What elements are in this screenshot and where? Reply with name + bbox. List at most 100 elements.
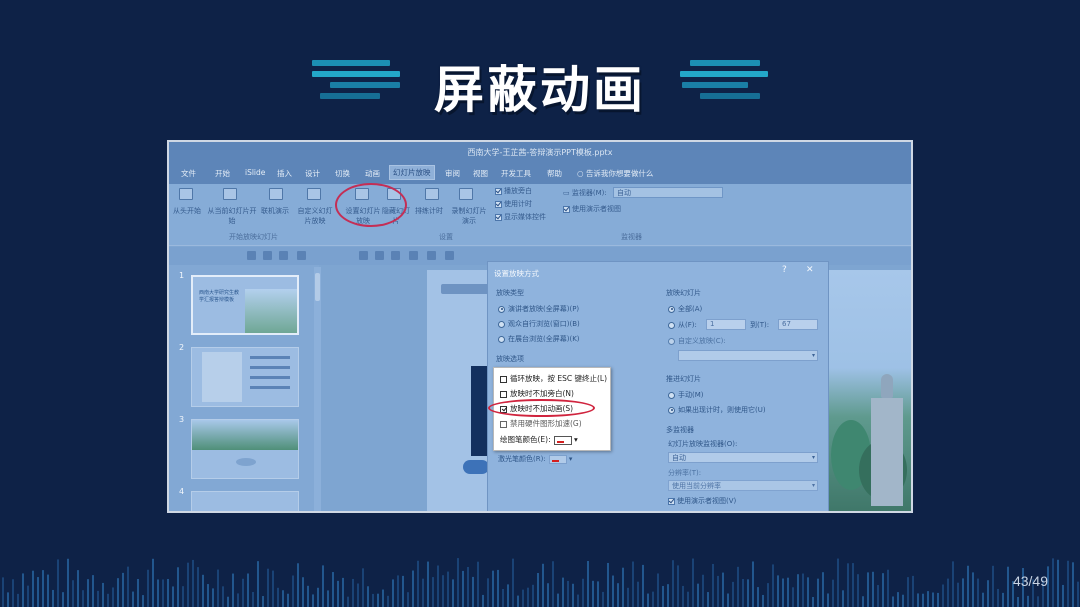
check-narration[interactable]: 播放旁白 (495, 186, 532, 196)
menu-view[interactable]: 视图 (473, 168, 488, 179)
ribbon-from-start[interactable]: 从头开始 (173, 206, 201, 216)
check-loop[interactable]: 循环放映，按 ESC 键终止(L) (500, 373, 607, 384)
dialog-title: 设置放映方式 (494, 269, 539, 278)
check-timings[interactable]: 使用计时 (495, 199, 532, 209)
wave-bar (362, 568, 364, 607)
menu-help[interactable]: 帮助 (547, 168, 562, 179)
menu-animations[interactable]: 动画 (365, 168, 380, 179)
ribbon-record[interactable]: 录制幻灯片演示 (449, 206, 489, 226)
scrollbar-thumb[interactable] (315, 273, 320, 301)
menu-home[interactable]: 开始 (215, 168, 230, 179)
redo-icon[interactable] (279, 251, 288, 260)
fill-icon[interactable] (427, 251, 436, 260)
laser-color-picker[interactable] (548, 454, 567, 464)
thumbnail-scrollbar[interactable] (314, 267, 321, 511)
radio-custom-show[interactable]: 自定义放映(C): (668, 336, 726, 346)
wave-bar (752, 561, 754, 607)
dialog-help-button[interactable]: ? (782, 265, 787, 275)
wave-bar (122, 572, 124, 607)
menu-slideshow[interactable]: 幻灯片放映 (389, 165, 435, 180)
wave-bar (402, 575, 404, 607)
radio-use-timings[interactable]: 如果出现计时，则使用它(U) (668, 405, 766, 415)
menu-developer[interactable]: 开发工具 (501, 168, 531, 179)
to-slide-input[interactable]: 67 (778, 319, 818, 330)
pen-color-picker[interactable] (553, 435, 572, 445)
outline-icon[interactable] (445, 251, 454, 260)
right-deco-bar-3 (682, 82, 748, 88)
menu-review[interactable]: 审阅 (445, 168, 460, 179)
show-monitor-dropdown[interactable]: 自动 ▾ (668, 452, 818, 463)
from-slide-input[interactable]: 1 (706, 319, 746, 330)
radio-all-slides[interactable]: 全部(A) (668, 304, 702, 314)
record-icon[interactable] (459, 188, 473, 200)
tell-me-box[interactable]: ○ 告诉我你想要做什么 (577, 168, 653, 179)
ribbon-from-current[interactable]: 从当前幻灯片开始 (207, 206, 257, 226)
save-icon[interactable] (247, 251, 256, 260)
thumbnail-slide-2[interactable] (191, 347, 299, 407)
dialog-close-button[interactable]: ✕ (806, 265, 814, 275)
menu-transitions[interactable]: 切换 (335, 168, 350, 179)
wave-bar (92, 575, 94, 607)
tell-me-text: 告诉我你想要做什么 (585, 169, 654, 178)
wave-bar (867, 572, 869, 607)
arrange-icon[interactable] (409, 251, 418, 260)
check-presenter-view[interactable]: 使用演示者视图 (563, 204, 621, 214)
radio-presenter[interactable]: 演讲者放映(全屏幕)(P) (498, 304, 579, 314)
wave-bar (642, 564, 644, 607)
wave-bar (597, 581, 599, 607)
wave-bar (1052, 558, 1054, 607)
chevron-down-icon[interactable]: ▾ (574, 435, 578, 444)
ribbon-rehearse[interactable]: 排练计时 (415, 206, 443, 216)
wave-bar (972, 572, 974, 607)
undo-icon[interactable] (263, 251, 272, 260)
wave-bar (292, 575, 294, 607)
radio-manual[interactable]: 手动(M) (668, 390, 704, 400)
wave-bar (442, 575, 444, 607)
play-from-current-icon[interactable] (223, 188, 237, 200)
ribbon-slideshow: 从头开始 从当前幻灯片开始 联机演示 自定义幻灯片放映 设置幻灯片放映 隐藏幻灯… (169, 183, 911, 246)
menu-insert[interactable]: 插入 (277, 168, 292, 179)
wave-bar (257, 561, 259, 607)
wave-bar (702, 574, 704, 607)
menu-islide[interactable]: iSlide (245, 168, 265, 177)
right-deco-bar-4 (700, 93, 760, 99)
check-disable-hw-accel[interactable]: 禁用硬件图形加速(G) (500, 418, 582, 429)
play-from-start-icon[interactable] (179, 188, 193, 200)
wave-bar (392, 579, 394, 607)
wave-bar (327, 590, 329, 607)
check-no-narration[interactable]: 放映时不加旁白(N) (500, 388, 574, 399)
thumb2-line-2 (250, 366, 290, 369)
align-icon[interactable] (391, 251, 400, 260)
thumbnail-slide-1[interactable]: 西南大学研究生教学汇报答辩模板 (191, 275, 299, 335)
shape-icon[interactable] (375, 251, 384, 260)
resolution-dropdown[interactable]: 使用当前分辨率 ▾ (668, 480, 818, 491)
wave-bar (852, 563, 854, 607)
menu-file[interactable]: 文件 (181, 168, 196, 179)
thumbnail-slide-3[interactable] (191, 419, 299, 479)
slide-background-photo (829, 270, 911, 511)
slide-title-block (471, 366, 487, 456)
monitor-dropdown[interactable]: 自动 (613, 187, 723, 198)
check-media-controls[interactable]: 显示媒体控件 (495, 212, 546, 222)
format-icon[interactable] (359, 251, 368, 260)
radio-browsed-window[interactable]: 观众自行浏览(窗口)(B) (498, 319, 580, 329)
radio-kiosk[interactable]: 在展台浏览(全屏幕)(K) (498, 334, 580, 344)
check-presenter-view-dialog[interactable]: 使用演示者视图(V) (668, 496, 736, 506)
wave-bar (922, 593, 924, 607)
ribbon-custom-show[interactable]: 自定义幻灯片放映 (295, 206, 335, 226)
menu-design[interactable]: 设计 (305, 168, 320, 179)
wave-bar (322, 565, 324, 607)
wave-bar (617, 583, 619, 607)
custom-show-icon[interactable] (307, 188, 321, 200)
present-icon[interactable] (297, 251, 306, 260)
ribbon-present-online[interactable]: 联机演示 (261, 206, 289, 216)
present-online-icon[interactable] (269, 188, 283, 200)
rehearse-icon[interactable] (425, 188, 439, 200)
wave-bar (677, 565, 679, 607)
radio-from-slide[interactable]: 从(F): (668, 320, 697, 330)
custom-show-dropdown[interactable]: ▾ (678, 350, 818, 361)
thumbnail-slide-4[interactable] (191, 491, 299, 511)
wave-bar (182, 586, 184, 607)
wave-bar (692, 558, 694, 607)
wave-bar (877, 585, 879, 607)
